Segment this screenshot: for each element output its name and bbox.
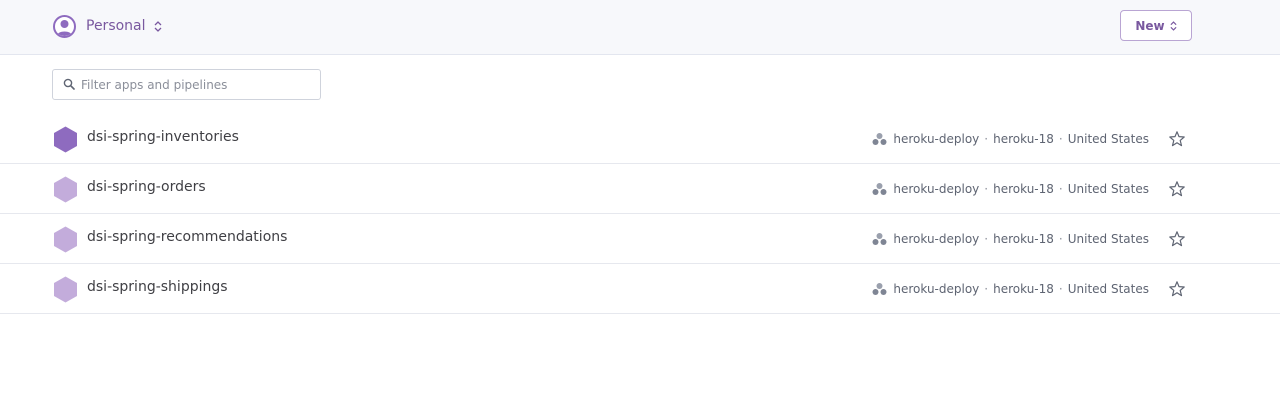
region-name: United States	[1067, 182, 1149, 196]
app-meta: heroku-deploy · heroku-18 · United State…	[872, 280, 1149, 298]
app-meta: heroku-deploy · heroku-18 · United State…	[872, 130, 1149, 148]
user-avatar-icon	[53, 14, 76, 38]
new-button[interactable]: New	[1120, 10, 1192, 41]
stack-name: heroku-18	[993, 182, 1054, 196]
pipeline-icon	[872, 282, 887, 296]
pipeline-name[interactable]: heroku-deploy	[893, 182, 979, 196]
app-row[interactable]: dsi-spring-orders heroku-deploy · heroku…	[0, 164, 1280, 214]
favorite-star-icon[interactable]	[1168, 130, 1186, 148]
app-meta: heroku-deploy · heroku-18 · United State…	[872, 180, 1149, 198]
top-bar: Personal New	[0, 0, 1280, 55]
pipeline-icon	[872, 132, 887, 146]
region-name: United States	[1067, 282, 1149, 296]
app-name[interactable]: dsi-spring-orders	[87, 179, 206, 195]
favorite-star-icon[interactable]	[1168, 180, 1186, 198]
app-hexagon-icon	[54, 226, 77, 253]
account-name: Personal	[86, 18, 146, 34]
separator-dot: ·	[984, 132, 989, 146]
filter-input[interactable]	[81, 71, 311, 98]
stack-name: heroku-18	[993, 132, 1054, 146]
pipeline-name[interactable]: heroku-deploy	[893, 132, 979, 146]
app-name[interactable]: dsi-spring-recommendations	[87, 229, 287, 245]
pipeline-name[interactable]: heroku-deploy	[893, 232, 979, 246]
search-icon	[63, 75, 75, 94]
favorite-star-icon[interactable]	[1168, 230, 1186, 248]
app-row[interactable]: dsi-spring-recommendations heroku-deploy…	[0, 214, 1280, 264]
region-name: United States	[1067, 132, 1149, 146]
app-row[interactable]: dsi-spring-shippings heroku-deploy · her…	[0, 264, 1280, 314]
stack-name: heroku-18	[993, 282, 1054, 296]
account-switcher[interactable]: Personal	[53, 14, 162, 38]
separator-dot: ·	[984, 182, 989, 196]
app-row[interactable]: dsi-spring-inventories heroku-deploy · h…	[0, 114, 1280, 164]
new-button-label: New	[1135, 18, 1165, 33]
region-name: United States	[1067, 232, 1149, 246]
app-hexagon-icon	[54, 176, 77, 203]
app-hexagon-icon	[54, 276, 77, 303]
favorite-star-icon[interactable]	[1168, 280, 1186, 298]
pipeline-name[interactable]: heroku-deploy	[893, 282, 979, 296]
app-name[interactable]: dsi-spring-inventories	[87, 129, 239, 145]
separator-dot: ·	[984, 282, 989, 296]
chevron-up-down-icon	[154, 20, 162, 32]
chevron-up-down-icon	[1170, 20, 1177, 31]
separator-dot: ·	[1058, 282, 1063, 296]
separator-dot: ·	[1058, 132, 1063, 146]
app-name[interactable]: dsi-spring-shippings	[87, 279, 228, 295]
separator-dot: ·	[1058, 182, 1063, 196]
separator-dot: ·	[984, 232, 989, 246]
app-hexagon-icon	[54, 126, 77, 153]
stack-name: heroku-18	[993, 232, 1054, 246]
separator-dot: ·	[1058, 232, 1063, 246]
pipeline-icon	[872, 232, 887, 246]
pipeline-icon	[872, 182, 887, 196]
app-meta: heroku-deploy · heroku-18 · United State…	[872, 230, 1149, 248]
filter-field[interactable]	[52, 69, 321, 100]
